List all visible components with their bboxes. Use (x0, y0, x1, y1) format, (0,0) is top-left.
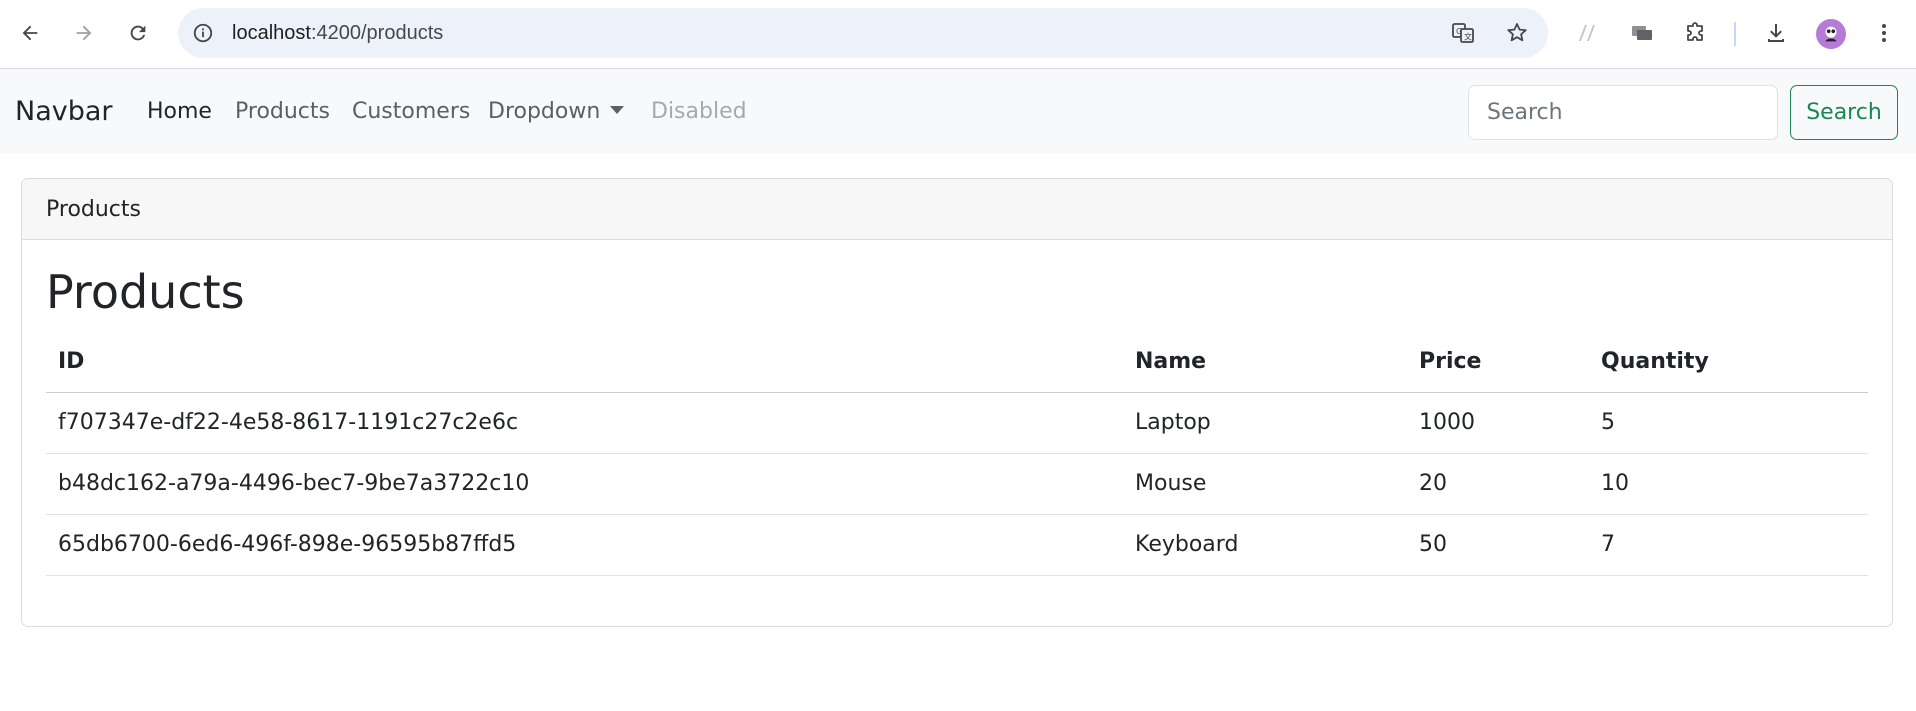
cell-name: Keyboard (1123, 514, 1407, 576)
bookmark-star-icon[interactable] (1504, 20, 1530, 46)
extension-screens-icon[interactable] (1624, 15, 1660, 51)
products-card: Products Products ID Name Price Quantity… (21, 178, 1893, 627)
svg-text:文: 文 (1464, 32, 1472, 42)
search-input[interactable] (1468, 85, 1778, 140)
cell-id: f707347e-df22-4e58-8617-1191c27c2e6c (46, 392, 1123, 454)
cell-price: 50 (1407, 514, 1589, 576)
reload-icon (130, 25, 146, 41)
extension-a-icon[interactable] (1569, 15, 1605, 51)
cell-quantity: 5 (1589, 392, 1868, 454)
address-bar[interactable]: localhost:4200/products G文 (178, 8, 1548, 58)
svg-text:G: G (1456, 27, 1462, 36)
caret-down-icon (610, 106, 625, 114)
translate-icon[interactable]: G文 (1450, 20, 1476, 46)
page-title: Products (46, 265, 245, 319)
table-row: b48dc162-a79a-4496-bec7-9be7a3722c10 Mou… (46, 453, 1868, 515)
toolbar-separator (1734, 22, 1736, 46)
arrow-left-icon (22, 25, 38, 41)
kebab-menu-icon (1882, 24, 1886, 42)
profile-character-icon (1825, 26, 1837, 42)
nav-dropdown-toggle[interactable]: Dropdown (488, 69, 625, 154)
app-navbar: Navbar Home Products Customers Dropdown … (0, 69, 1916, 154)
column-header-id: ID (46, 331, 1123, 393)
cell-quantity: 7 (1589, 514, 1868, 576)
table-header-row: ID Name Price Quantity (46, 331, 1868, 393)
nav-link-products[interactable]: Products (235, 69, 330, 154)
url-host: localhost (232, 22, 311, 44)
column-header-name: Name (1123, 331, 1407, 393)
url-text[interactable]: localhost:4200/products (232, 8, 443, 58)
url-path: :4200/products (310, 22, 444, 44)
nav-dropdown-label: Dropdown (488, 99, 601, 124)
cell-quantity: 10 (1589, 453, 1868, 515)
profile-avatar[interactable] (1816, 19, 1846, 49)
column-header-price: Price (1407, 331, 1589, 393)
search-button[interactable]: Search (1790, 85, 1898, 140)
extensions-puzzle-icon[interactable] (1678, 15, 1714, 51)
nav-link-disabled: Disabled (651, 99, 747, 124)
cell-price: 20 (1407, 453, 1589, 515)
back-button[interactable] (12, 15, 48, 51)
products-table: ID Name Price Quantity f707347e-df22-4e5… (46, 331, 1868, 576)
forward-button[interactable] (66, 15, 102, 51)
cell-id: b48dc162-a79a-4496-bec7-9be7a3722c10 (46, 453, 1123, 515)
navbar-brand[interactable]: Navbar (15, 69, 113, 154)
browser-menu-button[interactable] (1866, 15, 1902, 51)
nav-link-customers[interactable]: Customers (352, 69, 470, 154)
card-header: Products (22, 179, 1892, 240)
site-info-icon[interactable] (190, 20, 216, 46)
cell-name: Laptop (1123, 392, 1407, 454)
table-row: 65db6700-6ed6-496f-898e-96595b87ffd5 Key… (46, 514, 1868, 576)
nav-link-home[interactable]: Home (147, 69, 212, 154)
column-header-quantity: Quantity (1589, 331, 1868, 393)
cell-id: 65db6700-6ed6-496f-898e-96595b87ffd5 (46, 514, 1123, 576)
table-row: f707347e-df22-4e58-8617-1191c27c2e6c Lap… (46, 392, 1868, 454)
cell-price: 1000 (1407, 392, 1589, 454)
cell-name: Mouse (1123, 453, 1407, 515)
reload-button[interactable] (120, 15, 156, 51)
arrow-right-icon (76, 25, 92, 41)
download-icon[interactable] (1758, 15, 1794, 51)
browser-toolbar: localhost:4200/products G文 (0, 0, 1916, 69)
